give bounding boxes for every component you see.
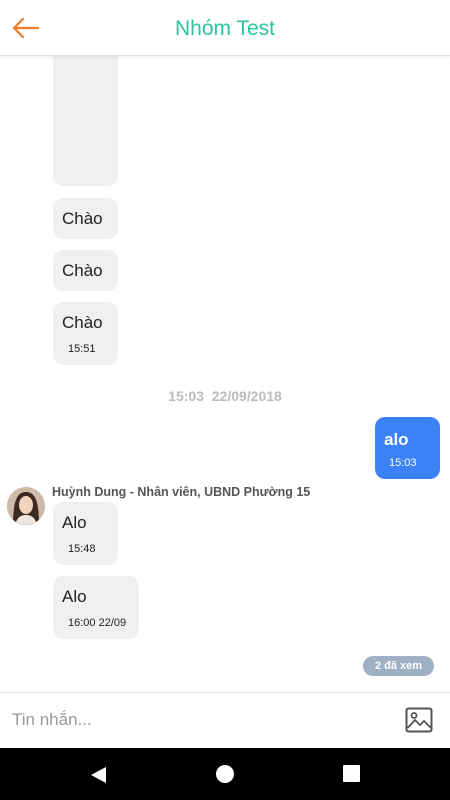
sender-name: Huỳnh Dung - Nhân viên, UBND Phường 15 (52, 485, 311, 499)
nav-home-icon[interactable] (216, 765, 234, 783)
message-bubble[interactable]: Chào (53, 198, 118, 239)
message-time: 15:03 (389, 457, 417, 469)
message-text: Chào (62, 261, 103, 280)
image-icon[interactable] (405, 706, 433, 734)
message-text: alo (384, 430, 409, 449)
message-bubble[interactable]: Chào 15:51 (53, 302, 118, 365)
date-separator: 15:03 22/09/2018 (168, 388, 282, 404)
message-bubble[interactable]: Chào (53, 250, 118, 291)
nav-back-icon[interactable] (90, 766, 107, 784)
message-input[interactable] (0, 693, 385, 747)
app-header: Nhóm Test (0, 0, 450, 56)
message-text: Alo (62, 587, 87, 606)
message-bubble[interactable]: Alo 16:00 22/09 (53, 576, 139, 639)
avatar-image (7, 487, 45, 525)
chat-area[interactable]: Chào Chào Chào 15:51 15:03 22/09/2018 al… (0, 56, 450, 692)
message-time: 15:48 (68, 543, 96, 555)
message-text: Alo (62, 513, 87, 532)
message-time: 15:51 (68, 343, 96, 355)
page-title: Nhóm Test (175, 17, 275, 40)
seen-badge: 2 đã xem (363, 656, 434, 676)
avatar-icon[interactable] (7, 487, 45, 525)
message-text: Chào (62, 313, 103, 332)
system-navbar (0, 748, 450, 800)
message-time: 16:00 22/09 (68, 617, 127, 629)
my-message-bubble[interactable]: alo 15:03 (375, 417, 440, 479)
composer-bar (0, 692, 450, 749)
image-message-placeholder[interactable] (53, 56, 118, 186)
nav-recent-icon[interactable] (343, 765, 360, 782)
message-text: Chào (62, 209, 103, 228)
message-bubble[interactable]: Alo 15:48 (53, 502, 118, 565)
